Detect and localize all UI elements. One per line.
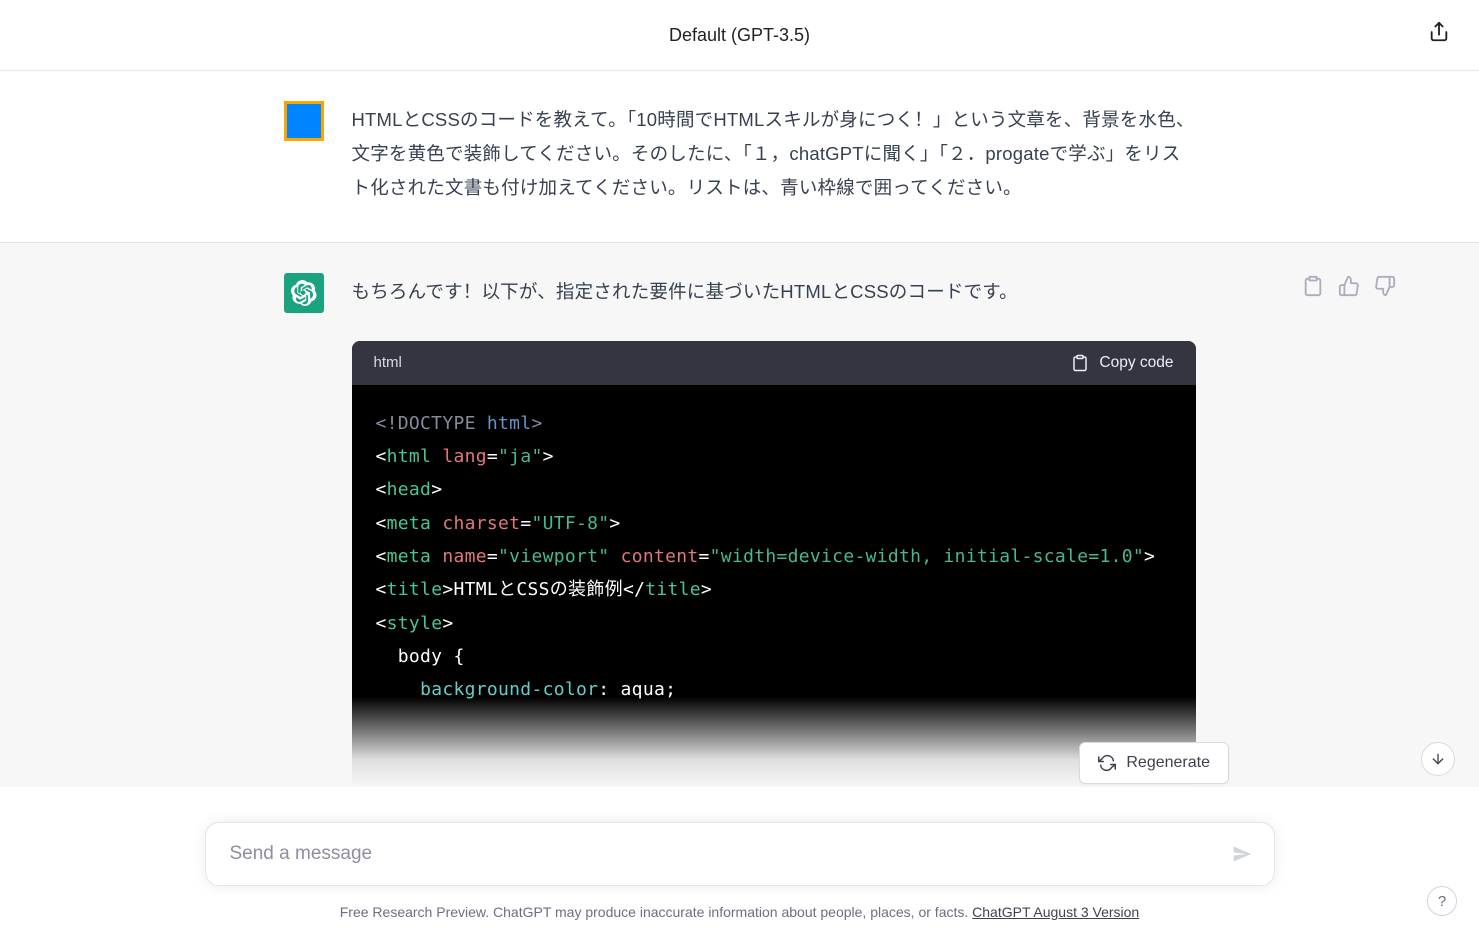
avatar-user <box>284 101 324 141</box>
share-icon <box>1428 21 1450 43</box>
clipboard-icon <box>1071 354 1089 372</box>
regenerate-button[interactable]: Regenerate <box>1079 742 1229 784</box>
message-placeholder: Send a message <box>230 843 1214 865</box>
version-link[interactable]: ChatGPT August 3 Version <box>972 904 1139 920</box>
scroll-down-button[interactable] <box>1421 742 1455 776</box>
user-message-text: HTMLとCSSのコードを教えて。「10時間でHTMLスキルが身につく！」という… <box>352 103 1196 206</box>
header: Default (GPT-3.5) <box>0 0 1479 71</box>
code-content: <!DOCTYPE html> <html lang="ja"> <head> … <box>352 385 1196 787</box>
assistant-intro-text: もちろんです！以下が、指定された要件に基づいたHTMLとCSSのコードです。 <box>352 275 1196 309</box>
chat-scroll[interactable]: HTMLとCSSのコードを教えて。「10時間でHTMLスキルが身につく！」という… <box>0 71 1479 934</box>
copy-code-button[interactable]: Copy code <box>1071 354 1173 372</box>
thumbs-down-icon[interactable] <box>1374 275 1396 297</box>
send-icon <box>1232 844 1252 864</box>
clipboard-icon[interactable] <box>1302 275 1324 297</box>
arrow-down-icon <box>1430 751 1446 767</box>
openai-logo-icon <box>291 280 317 306</box>
copy-code-label: Copy code <box>1099 354 1173 372</box>
regenerate-label: Regenerate <box>1126 754 1210 772</box>
share-button[interactable] <box>1425 18 1453 46</box>
code-language-label: html <box>374 354 402 371</box>
user-message: HTMLとCSSのコードを教えて。「10時間でHTMLスキルが身につく！」という… <box>0 71 1479 242</box>
help-label: ? <box>1438 893 1446 910</box>
model-title: Default (GPT-3.5) <box>669 25 810 46</box>
help-button[interactable]: ? <box>1427 886 1457 916</box>
avatar-assistant <box>284 273 324 313</box>
code-header: html Copy code <box>352 341 1196 385</box>
message-input[interactable]: Send a message <box>205 822 1275 886</box>
footer-disclaimer: Free Research Preview. ChatGPT may produ… <box>0 904 1479 920</box>
thumbs-up-icon[interactable] <box>1338 275 1360 297</box>
regenerate-icon <box>1098 754 1116 772</box>
assistant-message: もちろんです！以下が、指定された要件に基づいたHTMLとCSSのコードです。 h… <box>0 242 1479 787</box>
assistant-actions <box>1302 275 1396 297</box>
input-area: Send a message Free Research Preview. Ch… <box>0 822 1479 934</box>
code-block: html Copy code <!DOCTYPE html> <html lan… <box>352 341 1196 787</box>
send-button[interactable] <box>1228 840 1256 868</box>
